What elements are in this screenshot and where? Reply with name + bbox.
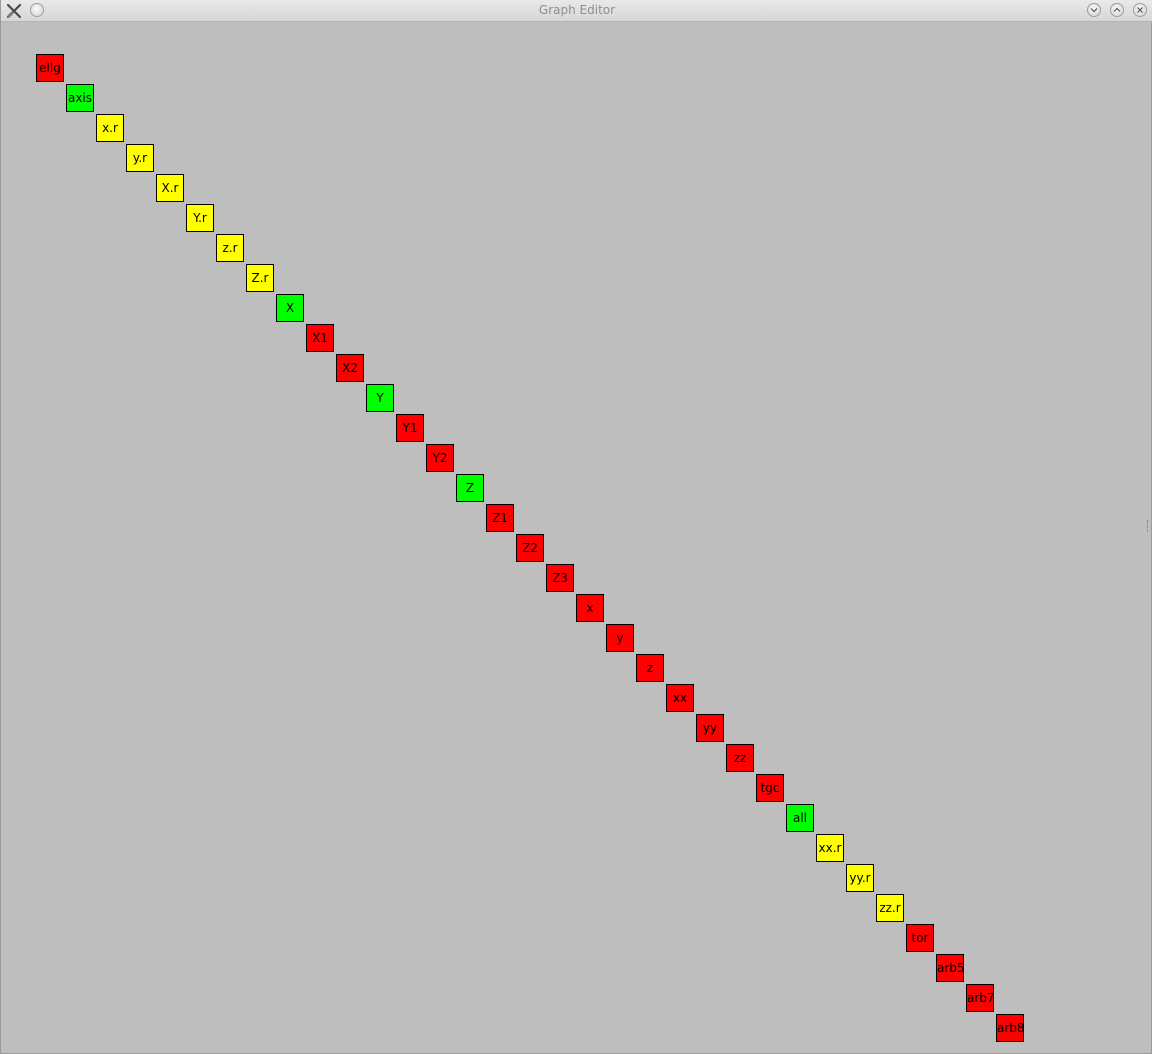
graph-node-x-r[interactable]: X.r bbox=[156, 174, 184, 202]
graph-node-ellg[interactable]: ellg bbox=[36, 54, 64, 82]
graph-node-z2[interactable]: Z2 bbox=[516, 534, 544, 562]
graph-node-z[interactable]: z bbox=[636, 654, 664, 682]
graph-node-y2[interactable]: Y2 bbox=[426, 444, 454, 472]
graph-editor-window: Graph Editor ellg axis x.r y.r X.r Y.r z.r Z.r X… bbox=[0, 0, 1152, 1054]
graph-node-yy[interactable]: yy bbox=[696, 714, 724, 742]
graph-node-x[interactable]: x bbox=[576, 594, 604, 622]
title-bar[interactable]: Graph Editor bbox=[1, 0, 1152, 22]
graph-node-y-r[interactable]: Y.r bbox=[186, 204, 214, 232]
chevron-up-icon[interactable] bbox=[1110, 3, 1124, 17]
graph-node-z3[interactable]: Z3 bbox=[546, 564, 574, 592]
graph-node-yy-r[interactable]: yy.r bbox=[846, 864, 874, 892]
resize-handle[interactable] bbox=[1147, 520, 1151, 532]
graph-node-xx-r[interactable]: xx.r bbox=[816, 834, 844, 862]
graph-node-xx[interactable]: xx bbox=[666, 684, 694, 712]
graph-node-zz[interactable]: zz bbox=[726, 744, 754, 772]
graph-node-y-r[interactable]: y.r bbox=[126, 144, 154, 172]
graph-node-x1[interactable]: X1 bbox=[306, 324, 334, 352]
graph-node-arb5[interactable]: arb5 bbox=[936, 954, 965, 982]
graph-node-arb7[interactable]: arb7 bbox=[966, 984, 995, 1012]
graph-node-y[interactable]: Y bbox=[366, 384, 394, 412]
graph-node-y[interactable]: y bbox=[606, 624, 634, 652]
graph-node-x[interactable]: X bbox=[276, 294, 304, 322]
graph-node-tgc[interactable]: tgc bbox=[756, 774, 784, 802]
graph-node-axis[interactable]: axis bbox=[66, 84, 94, 112]
graph-node-tor[interactable]: tor bbox=[906, 924, 934, 952]
graph-node-z-r[interactable]: Z.r bbox=[246, 264, 274, 292]
close-icon[interactable] bbox=[1133, 3, 1147, 17]
graph-node-z-r[interactable]: z.r bbox=[216, 234, 244, 262]
graph-node-z[interactable]: Z bbox=[456, 474, 484, 502]
graph-node-x2[interactable]: X2 bbox=[336, 354, 364, 382]
graph-node-all[interactable]: all bbox=[786, 804, 814, 832]
window-title: Graph Editor bbox=[538, 3, 616, 17]
chevron-down-icon[interactable] bbox=[1087, 3, 1101, 17]
graph-node-z1[interactable]: Z1 bbox=[486, 504, 514, 532]
graph-node-arb8[interactable]: arb8 bbox=[996, 1014, 1025, 1042]
graph-node-y1[interactable]: Y1 bbox=[396, 414, 424, 442]
graph-node-zz-r[interactable]: zz.r bbox=[876, 894, 904, 922]
graph-node-x-r[interactable]: x.r bbox=[96, 114, 124, 142]
graph-canvas[interactable]: ellg axis x.r y.r X.r Y.r z.r Z.r X X1 X2 Y Y1 Y2 Z Z1 Z… bbox=[6, 23, 1147, 1048]
